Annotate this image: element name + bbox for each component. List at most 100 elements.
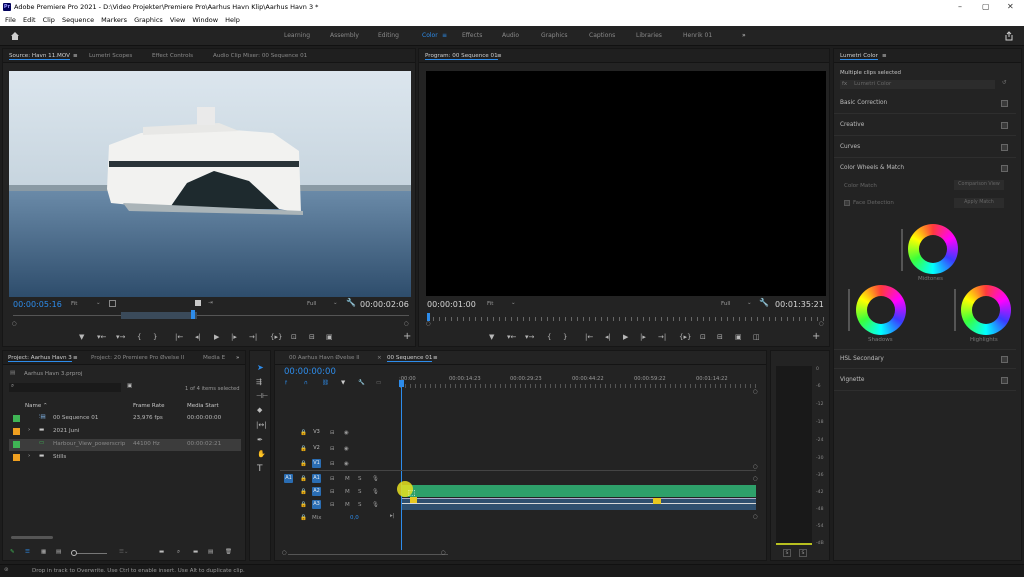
lock-icon[interactable]: 🔒 — [300, 489, 307, 495]
program-step-forward-icon[interactable]: |▸ — [640, 333, 646, 341]
share-icon[interactable] — [1004, 31, 1014, 41]
microphone-icon[interactable]: 🎙 — [372, 502, 379, 508]
tab-program[interactable]: Program: 00 Sequence 01 — [425, 53, 498, 60]
microphone-icon[interactable]: 🎙 — [372, 489, 379, 495]
source-zoom-left-handle[interactable]: ○ — [12, 321, 17, 327]
section-color-wheels[interactable]: Color Wheels & Match — [834, 159, 1016, 179]
project-search-input[interactable]: ⌕ — [9, 383, 121, 392]
source-playhead[interactable] — [191, 310, 195, 319]
microphone-icon[interactable]: 🎙 — [372, 476, 379, 482]
audio-clip-a3[interactable] — [402, 498, 756, 510]
insert-icon[interactable]: ⊡ — [291, 333, 297, 341]
program-quality-chevron-icon[interactable]: ⌄ — [747, 300, 752, 306]
lumetri-reset-icon[interactable]: ↺ — [1002, 80, 1007, 86]
add-marker-icon[interactable]: ▼ — [79, 333, 84, 341]
vignette-checkbox[interactable] — [1001, 377, 1008, 384]
section-creative[interactable]: Creative — [834, 116, 1016, 136]
program-mark-out-icon[interactable]: ▾→ — [525, 333, 534, 341]
sync-lock-icon[interactable]: ⊟ — [330, 502, 335, 508]
hand-tool-icon[interactable]: ✋ — [257, 450, 266, 458]
source-marker-icon[interactable] — [195, 300, 201, 306]
close-button[interactable]: ✕ — [1007, 2, 1014, 11]
workspace-audio[interactable]: Audio — [502, 32, 519, 39]
program-timecode[interactable]: 00:00:01:00 — [427, 300, 476, 309]
lift-icon[interactable]: ⊡ — [700, 333, 706, 341]
trash-icon[interactable]: 🗑 — [225, 549, 232, 555]
lock-icon[interactable]: 🔒 — [300, 476, 307, 482]
minimize-button[interactable]: – — [958, 2, 962, 11]
list-view-icon[interactable]: ☰ — [25, 549, 30, 555]
program-playhead[interactable] — [427, 313, 430, 321]
program-button-editor-icon[interactable]: + — [812, 331, 820, 342]
solo-button[interactable]: S — [358, 476, 362, 482]
type-tool-icon[interactable]: T — [257, 464, 263, 474]
tab-source[interactable]: Source: Havn 11.MOV — [9, 53, 70, 60]
midtones-slider[interactable] — [901, 229, 903, 271]
program-fit-chevron-icon[interactable]: ⌄ — [511, 300, 516, 306]
export-frame-icon[interactable]: ▣ — [326, 333, 333, 341]
project-horizontal-scrollbar[interactable] — [11, 536, 53, 539]
track-v2-label[interactable]: V2 — [312, 444, 321, 453]
program-time-ruler[interactable] — [427, 317, 825, 321]
program-export-frame-icon[interactable]: ▣ — [735, 333, 742, 341]
track-a1-label[interactable]: A1 — [312, 474, 321, 483]
slip-tool-icon[interactable]: |↔| — [256, 421, 267, 429]
new-item-icon[interactable]: ▤ — [208, 549, 213, 555]
workspace-assembly[interactable]: Assembly — [330, 32, 359, 39]
linked-selection-icon[interactable]: ⛓ — [322, 380, 329, 386]
color-wheels-checkbox[interactable] — [1001, 165, 1008, 172]
track-a3-label[interactable]: A3 — [312, 500, 321, 509]
source-fit-chevron-icon[interactable]: ⌄ — [96, 300, 101, 306]
source-timecode[interactable]: 00:00:05:16 — [13, 300, 62, 309]
go-to-out-icon[interactable]: →| — [249, 333, 257, 341]
snap-icon[interactable]: ∩ — [304, 380, 308, 386]
home-icon[interactable] — [10, 31, 20, 40]
tab-sequence-01[interactable]: 00 Sequence 01 — [387, 355, 433, 362]
mute-button[interactable]: M — [345, 476, 350, 482]
column-media-start[interactable]: Media Start — [187, 403, 219, 409]
column-name[interactable]: Name ⌃ — [25, 403, 48, 409]
new-bin-from-search-icon[interactable]: ▣ — [127, 383, 132, 389]
tab-sequence-menu-icon[interactable]: ≡ — [433, 355, 438, 361]
lock-icon[interactable]: 🔒 — [300, 430, 307, 436]
workspace-learning[interactable]: Learning — [284, 32, 310, 39]
section-basic-correction[interactable]: Basic Correction — [834, 94, 1016, 114]
menu-graphics[interactable]: Graphics — [134, 16, 163, 24]
tab-project-aarhus[interactable]: Project: Aarhus Havn 3 — [8, 355, 72, 362]
find-icon[interactable]: ⌕ — [177, 549, 180, 556]
timeline-time-ruler[interactable] — [400, 384, 756, 388]
source-quality-chevron-icon[interactable]: ⌄ — [333, 300, 338, 306]
source-patch-a1[interactable]: A1 — [284, 474, 293, 483]
workspace-captions[interactable]: Captions — [589, 32, 615, 39]
eye-icon[interactable]: ◉ — [344, 446, 349, 452]
workspace-libraries[interactable]: Libraries — [636, 32, 662, 39]
program-mark-in-icon[interactable]: ▾← — [507, 333, 516, 341]
project-row-audio-clip[interactable]: ▭ Harbour_View_powerscrip 44100 Hz 00:00… — [9, 439, 241, 451]
expand-chevron-icon[interactable]: › — [28, 427, 30, 433]
sync-lock-icon[interactable]: ⊟ — [330, 446, 335, 452]
timeline-vscroll-handle[interactable]: ○ — [753, 389, 758, 395]
highlights-slider[interactable] — [954, 289, 956, 331]
sync-lock-icon[interactable]: ⊟ — [330, 489, 335, 495]
overwrite-icon[interactable]: ⊟ — [309, 333, 315, 341]
track-select-tool-icon[interactable]: ⇶ — [256, 378, 262, 386]
mute-button[interactable]: M — [345, 489, 350, 495]
eye-icon[interactable]: ◉ — [344, 430, 349, 436]
freeform-view-icon[interactable]: ▤ — [56, 549, 61, 555]
mark-in-icon[interactable]: ▾← — [97, 333, 106, 341]
lock-icon[interactable]: 🔒 — [300, 461, 307, 467]
workspace-editing[interactable]: Editing — [378, 32, 399, 39]
extract-icon[interactable]: ⊟ — [717, 333, 723, 341]
tab-project-menu-icon[interactable]: ≡ — [73, 355, 78, 361]
tab-project-ovelse[interactable]: Project: 20 Premiere Pro Øvelse II — [91, 355, 184, 361]
creative-checkbox[interactable] — [1001, 122, 1008, 129]
curves-checkbox[interactable] — [1001, 144, 1008, 151]
sync-lock-icon[interactable]: ⊟ — [330, 476, 335, 482]
face-detection-checkbox[interactable] — [844, 200, 850, 206]
timeline-vscroll-handle[interactable]: ○ — [753, 464, 758, 470]
menu-file[interactable]: File — [5, 16, 16, 24]
tab-audio-clip-mixer[interactable]: Audio Clip Mixer: 00 Sequence 01 — [213, 53, 307, 59]
maximize-button[interactable]: ▢ — [982, 2, 990, 11]
project-row-bin-2021-juni[interactable]: › ▬ 2021 Juni — [9, 426, 241, 438]
tab-sequence-aarhus-ovelse[interactable]: 00 Aarhus Havn Øvelse II — [289, 355, 360, 361]
